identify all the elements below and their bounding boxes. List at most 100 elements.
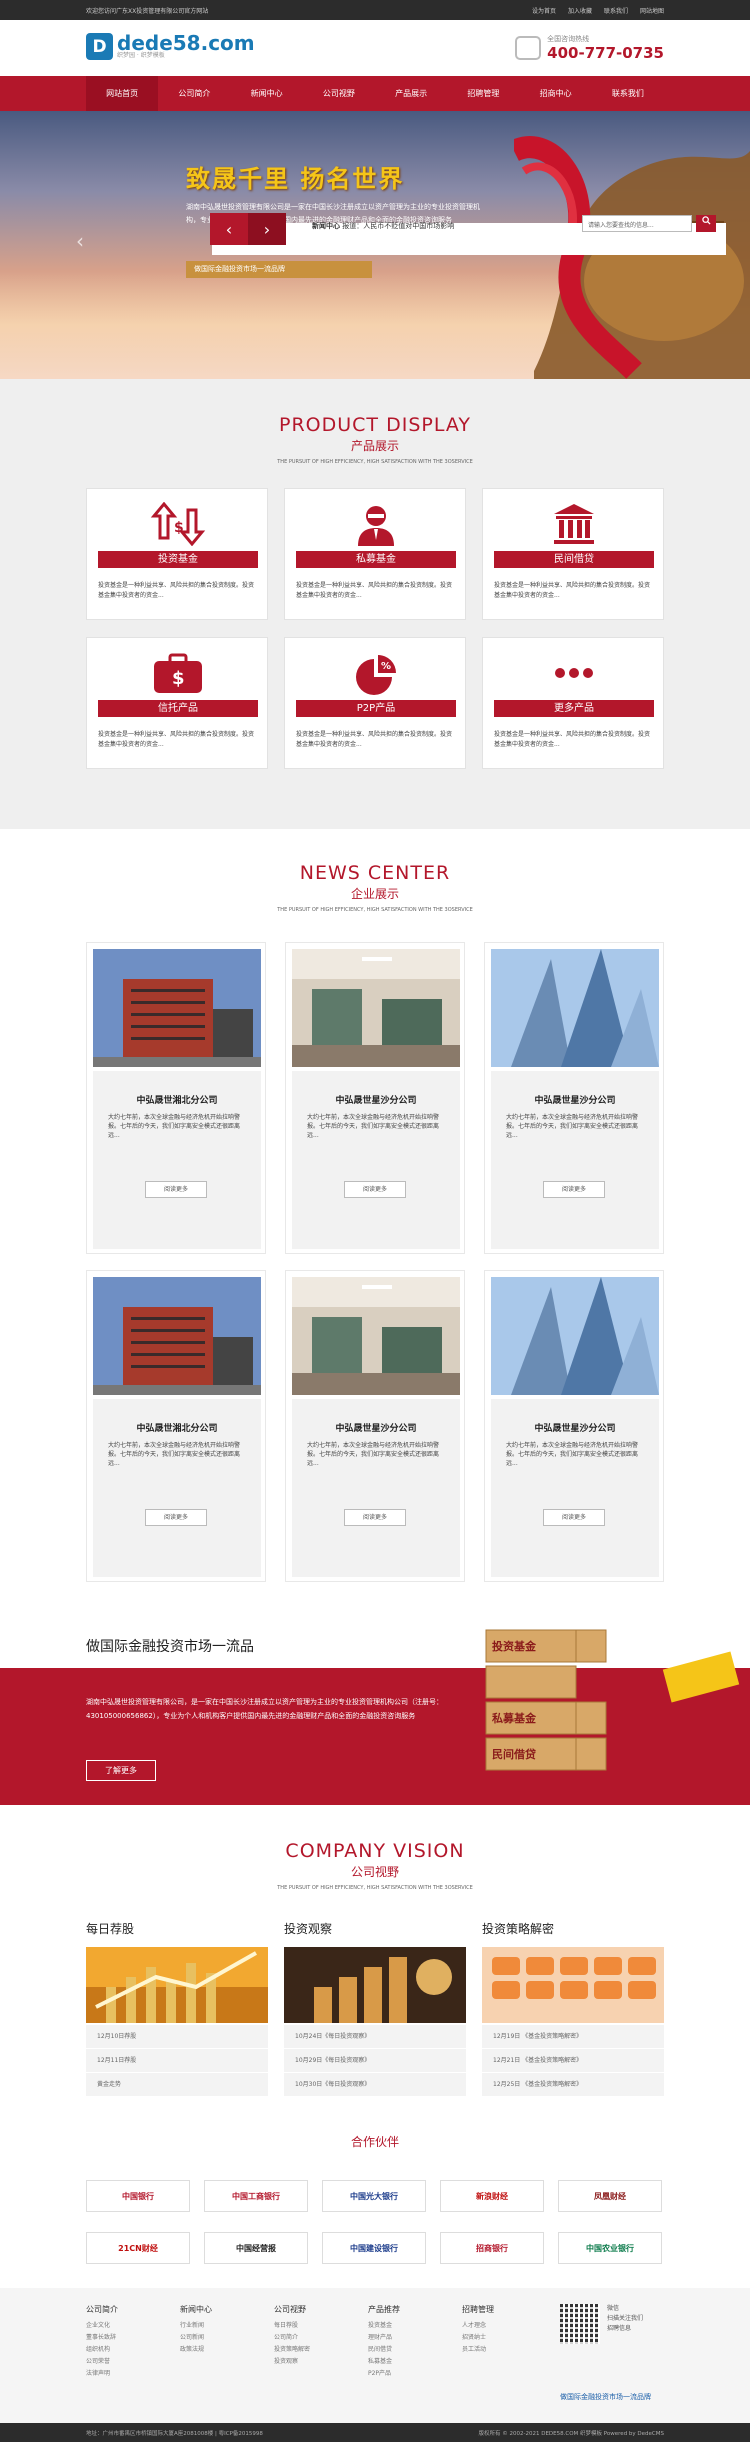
- partner-logo[interactable]: 中国银行: [86, 2180, 190, 2212]
- product-card[interactable]: % P2P产品 投资基金是一种利益共享、风险共担的集合投资制度。投资基金集中投资…: [284, 637, 466, 769]
- read-more-button[interactable]: 阅读更多: [344, 1509, 406, 1526]
- footer-link[interactable]: 员工活动: [462, 2344, 552, 2356]
- footer-link[interactable]: 公司荣誉: [86, 2356, 176, 2368]
- nav-item-news[interactable]: 新闻中心: [231, 76, 303, 111]
- ticker-text[interactable]: 报道：人民币不贬值对中国市场影响: [342, 222, 454, 230]
- footer-link[interactable]: 每日荐股: [274, 2320, 364, 2332]
- product-card[interactable]: 私募基金 投资基金是一种利益共享、风险共担的集合投资制度。投资基金集中投资者的资…: [284, 488, 466, 620]
- news-title[interactable]: 中弘晟世湘北分公司: [93, 1093, 261, 1106]
- footer-link[interactable]: 政策法规: [180, 2344, 270, 2356]
- news-card[interactable]: 中弘晟世星沙分公司 大约七年前，本次全球金融与经济危机开始拉响警报。七年后的今天…: [484, 942, 664, 1254]
- contact-link[interactable]: 联系我们: [604, 6, 628, 15]
- footer-link[interactable]: 招贤纳士: [462, 2332, 552, 2344]
- vision-item[interactable]: 12月21日 《基金投资策略解密》: [482, 2049, 664, 2073]
- search-input[interactable]: 请输入您要查找的信息...: [582, 215, 692, 232]
- news-title-cn: 企业展示: [350, 887, 399, 901]
- ticker-prev-button[interactable]: ‹: [210, 213, 248, 245]
- vision-item[interactable]: 10月29日《每日投资观察》: [284, 2049, 466, 2073]
- footer-link[interactable]: 投资策略解密: [274, 2344, 364, 2356]
- partner-logo[interactable]: 21CN财经: [86, 2232, 190, 2264]
- vision-column-title[interactable]: 投资观察: [284, 1920, 466, 1937]
- nav-item-invest[interactable]: 招商中心: [520, 76, 592, 111]
- news-title[interactable]: 中弘晟世星沙分公司: [491, 1093, 659, 1106]
- pie-percent-icon: %: [356, 655, 396, 695]
- news-title[interactable]: 中弘晟世湘北分公司: [93, 1421, 261, 1434]
- read-more-button[interactable]: 阅读更多: [543, 1509, 605, 1526]
- footer-link[interactable]: 理财产品: [368, 2332, 458, 2344]
- favorite-link[interactable]: 加入收藏: [568, 6, 592, 15]
- partner-logo[interactable]: 凤凰财经: [558, 2180, 662, 2212]
- vision-item[interactable]: 12月11日荐股: [86, 2049, 268, 2073]
- sitemap-link[interactable]: 网站地图: [640, 6, 664, 15]
- logo-mark: D: [86, 33, 113, 60]
- vision-item[interactable]: 10月30日《每日投资观察》: [284, 2073, 466, 2097]
- block-label: 私募基金: [492, 1712, 536, 1725]
- read-more-button[interactable]: 阅读更多: [543, 1181, 605, 1198]
- product-card[interactable]: $ 投资基金 投资基金是一种利益共享、风险共担的集合投资制度。投资基金集中投资者…: [86, 488, 268, 620]
- footer-column-title[interactable]: 公司简介: [86, 2304, 176, 2315]
- footer-link[interactable]: 公司新闻: [180, 2332, 270, 2344]
- nav-item-jobs[interactable]: 招聘管理: [447, 76, 519, 111]
- product-card[interactable]: 更多产品 投资基金是一种利益共享、风险共担的集合投资制度。投资基金集中投资者的资…: [482, 637, 664, 769]
- footer-link[interactable]: 私募基金: [368, 2356, 458, 2368]
- vision-column-title[interactable]: 投资策略解密: [482, 1920, 664, 1937]
- news-card[interactable]: 中弘晟世湘北分公司 大约七年前，本次全球金融与经济危机开始拉响警报。七年后的今天…: [86, 942, 266, 1254]
- footer-link[interactable]: 董事长致辞: [86, 2332, 176, 2344]
- ticker-next-button[interactable]: ›: [248, 213, 286, 245]
- news-title[interactable]: 中弘晟世星沙分公司: [292, 1093, 460, 1106]
- footer-link[interactable]: 投资基金: [368, 2320, 458, 2332]
- nav-item-contact[interactable]: 联系我们: [592, 76, 664, 111]
- vision-item[interactable]: 12月19日 《基金投资策略解密》: [482, 2025, 664, 2049]
- product-card[interactable]: 民间借贷 投资基金是一种利益共享、风险共担的集合投资制度。投资基金集中投资者的资…: [482, 488, 664, 620]
- news-card[interactable]: 中弘晟世星沙分公司 大约七年前，本次全球金融与经济危机开始拉响警报。七年后的今天…: [285, 1270, 465, 1582]
- news-card[interactable]: 中弘晟世星沙分公司 大约七年前，本次全球金融与经济危机开始拉响警报。七年后的今天…: [285, 942, 465, 1254]
- partner-logo[interactable]: 中国农业银行: [558, 2232, 662, 2264]
- set-home-link[interactable]: 设为首页: [532, 6, 556, 15]
- partner-logo[interactable]: 新浪财经: [440, 2180, 544, 2212]
- nav-item-about[interactable]: 公司简介: [158, 76, 230, 111]
- footer-column-title[interactable]: 新闻中心: [180, 2304, 270, 2315]
- qr-text: 招聘信息: [607, 2325, 632, 2332]
- news-card[interactable]: 中弘晟世湘北分公司 大约七年前，本次全球金融与经济危机开始拉响警报。七年后的今天…: [86, 1270, 266, 1582]
- logo[interactable]: D dede58.com 织梦园 · 织梦模板: [86, 33, 255, 60]
- footer-link[interactable]: 民间借贷: [368, 2344, 458, 2356]
- partner-logo[interactable]: 中国经营报: [204, 2232, 308, 2264]
- read-more-button[interactable]: 阅读更多: [145, 1509, 207, 1526]
- read-more-button[interactable]: 阅读更多: [145, 1181, 207, 1198]
- product-card[interactable]: $ 信托产品 投资基金是一种利益共享、风险共担的集合投资制度。投资基金集中投资者…: [86, 637, 268, 769]
- partner-logo[interactable]: 中国建设银行: [322, 2232, 426, 2264]
- read-more-button[interactable]: 阅读更多: [344, 1181, 406, 1198]
- footer-column-title[interactable]: 招聘管理: [462, 2304, 552, 2315]
- nav-item-vision[interactable]: 公司视野: [303, 76, 375, 111]
- footer-link[interactable]: 人才理念: [462, 2320, 552, 2332]
- vision-column: 投资观察 10月24日《每日投资观察》 10月29日《每日投资观察》 10月30…: [284, 1920, 466, 2097]
- footer-link[interactable]: 投资观察: [274, 2356, 364, 2368]
- footer-link[interactable]: 行业新闻: [180, 2320, 270, 2332]
- calculator-image: [482, 1947, 664, 2023]
- news-title[interactable]: 中弘晟世星沙分公司: [491, 1421, 659, 1434]
- footer-brand-link[interactable]: 做国际金融投资市场一流品牌: [560, 2392, 651, 2402]
- nav-item-products[interactable]: 产品展示: [375, 76, 447, 111]
- news-card[interactable]: 中弘晟世星沙分公司 大约七年前，本次全球金融与经济危机开始拉响警报。七年后的今天…: [484, 1270, 664, 1582]
- footer-link[interactable]: P2P产品: [368, 2368, 458, 2380]
- vision-item[interactable]: 10月24日《每日投资观察》: [284, 2025, 466, 2049]
- footer-link[interactable]: 公司简介: [274, 2332, 364, 2344]
- footer-link[interactable]: 企业文化: [86, 2320, 176, 2332]
- learn-more-button[interactable]: 了解更多: [86, 1760, 156, 1781]
- banner-prev-arrow[interactable]: ‹: [70, 221, 90, 261]
- footer-link[interactable]: 组织机构: [86, 2344, 176, 2356]
- footer-column-title[interactable]: 产品推荐: [368, 2304, 458, 2315]
- footer-link[interactable]: 法律声明: [86, 2368, 176, 2380]
- partner-logo[interactable]: 中国光大银行: [322, 2180, 426, 2212]
- partner-logo[interactable]: 招商银行: [440, 2232, 544, 2264]
- vision-column-title[interactable]: 每日荐股: [86, 1920, 268, 1937]
- nav-item-home[interactable]: 网站首页: [86, 76, 159, 111]
- search-button[interactable]: [696, 215, 716, 232]
- partner-logo[interactable]: 中国工商银行: [204, 2180, 308, 2212]
- vision-item[interactable]: 12月25日 《基金投资策略解密》: [482, 2073, 664, 2097]
- news-title[interactable]: 中弘晟世星沙分公司: [292, 1421, 460, 1434]
- product-label: P2P产品: [296, 700, 456, 717]
- footer-column-title[interactable]: 公司视野: [274, 2304, 364, 2315]
- vision-item[interactable]: 12月10日荐股: [86, 2025, 268, 2049]
- vision-item[interactable]: 黄金走势: [86, 2073, 268, 2097]
